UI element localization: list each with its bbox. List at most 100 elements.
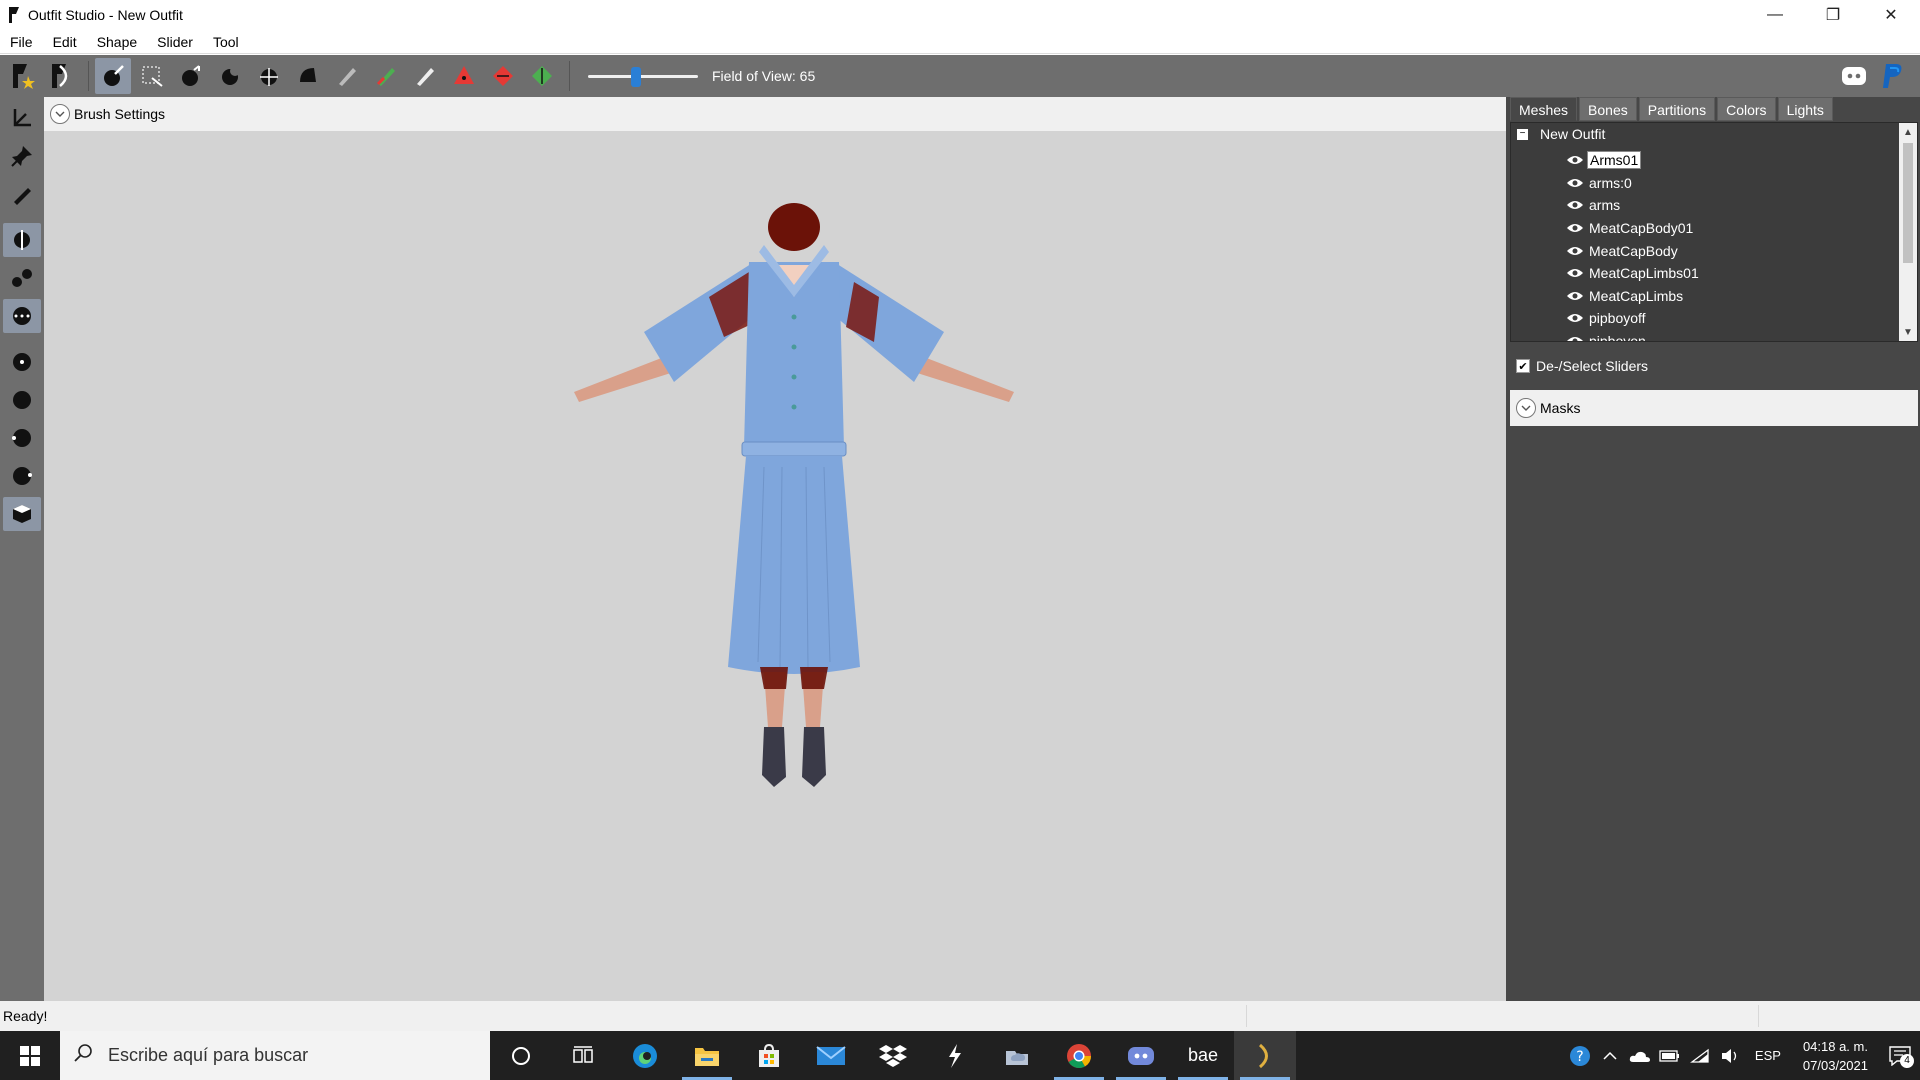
mesh-item[interactable]: pipboyon (1565, 330, 1701, 341)
deselect-sliders-row[interactable]: ✔ De-/Select Sliders (1510, 353, 1918, 379)
eye-icon[interactable] (1565, 289, 1585, 303)
eye-icon[interactable] (1565, 266, 1585, 280)
tab-partitions[interactable]: Partitions (1638, 97, 1716, 121)
microsoft-store-icon[interactable] (738, 1031, 800, 1080)
show-vertices-icon[interactable] (3, 345, 41, 379)
mesh-item[interactable]: arms (1565, 194, 1701, 217)
brush-color-icon[interactable] (407, 58, 443, 94)
tab-meshes[interactable]: Meshes (1510, 97, 1578, 121)
mesh-tree[interactable]: − New Outfit Arms01 arms:0 arms MeatCapB… (1510, 122, 1918, 342)
tab-lights[interactable]: Lights (1777, 97, 1833, 121)
masks-header[interactable]: Masks (1510, 390, 1918, 426)
tab-bones[interactable]: Bones (1579, 97, 1637, 121)
scroll-up-arrow-icon[interactable]: ▲ (1899, 123, 1917, 141)
notification-center-icon[interactable]: 4 (1880, 1045, 1920, 1068)
mesh-item[interactable]: MeatCapLimbs (1565, 285, 1701, 308)
app-lightning-icon[interactable] (924, 1031, 986, 1080)
3d-viewport[interactable]: Brush Settings (44, 97, 1506, 1001)
brush-standard-icon[interactable] (95, 58, 131, 94)
discord-taskbar-icon[interactable] (1110, 1031, 1172, 1080)
chrome-browser-icon[interactable] (1048, 1031, 1110, 1080)
eye-icon[interactable] (1565, 198, 1585, 212)
volume-speaker-icon[interactable] (1715, 1048, 1745, 1064)
new-project-star-icon[interactable] (4, 58, 40, 94)
tree-root[interactable]: − New Outfit (1517, 126, 1605, 142)
field-of-view-slider[interactable] (588, 58, 698, 94)
eye-icon[interactable] (1565, 244, 1585, 258)
brush-move-icon[interactable] (251, 58, 287, 94)
close-button[interactable]: ✕ (1862, 0, 1920, 30)
edge-browser-icon[interactable] (614, 1031, 676, 1080)
split-edge-icon[interactable] (524, 58, 560, 94)
open-project-icon[interactable] (43, 58, 79, 94)
input-language[interactable]: ESP (1755, 1048, 1781, 1063)
brush-deflate-icon[interactable] (212, 58, 248, 94)
mail-icon[interactable] (800, 1031, 862, 1080)
connected-only-icon[interactable] (3, 261, 41, 295)
minimize-button[interactable]: — (1746, 0, 1804, 30)
app-cloud-folder-icon[interactable] (986, 1031, 1048, 1080)
chevron-down-icon[interactable] (1516, 398, 1536, 418)
transform-axis-icon[interactable] (3, 101, 41, 135)
mesh-item[interactable]: MeatCapBody01 (1565, 217, 1701, 240)
help-question-icon[interactable]: ? (1565, 1044, 1595, 1068)
flip-edge-icon[interactable] (485, 58, 521, 94)
restore-button[interactable]: ❐ (1804, 0, 1862, 30)
global-brush-icon[interactable] (3, 299, 41, 333)
menu-tool[interactable]: Tool (203, 30, 249, 54)
outfit-studio-taskbar-icon[interactable] (1234, 1031, 1296, 1080)
brush-weight-icon[interactable] (368, 58, 404, 94)
brush-settings-header[interactable]: Brush Settings (44, 97, 1506, 131)
collapse-vertex-icon[interactable] (446, 58, 482, 94)
vertex-edit-pencil-icon[interactable] (3, 177, 41, 211)
collapse-minus-icon[interactable]: − (1517, 128, 1528, 140)
menu-shape[interactable]: Shape (87, 30, 147, 54)
scrollbar-thumb[interactable] (1903, 143, 1913, 263)
eye-icon[interactable] (1565, 334, 1585, 341)
mesh-item[interactable]: arms:0 (1565, 172, 1701, 195)
wifi-icon[interactable] (1685, 1048, 1715, 1064)
mesh-item[interactable]: MeatCapLimbs01 (1565, 262, 1701, 285)
mesh-tree-scrollbar[interactable]: ▲ ▼ (1899, 123, 1917, 341)
pivot-pin-icon[interactable] (3, 139, 41, 173)
file-explorer-icon[interactable] (676, 1031, 738, 1080)
mesh-item[interactable]: pipboyoff (1565, 307, 1701, 330)
onedrive-cloud-icon[interactable] (1625, 1049, 1655, 1063)
discord-icon[interactable] (1836, 58, 1872, 94)
show-mask-icon[interactable] (3, 459, 41, 493)
paypal-icon[interactable] (1875, 58, 1911, 94)
tab-colors[interactable]: Colors (1717, 97, 1776, 121)
menu-edit[interactable]: Edit (43, 30, 87, 54)
deselect-sliders-checkbox[interactable]: ✔ (1516, 359, 1530, 373)
eye-icon[interactable] (1565, 221, 1585, 235)
textures-cube-icon[interactable] (3, 497, 41, 531)
mesh-item[interactable]: MeatCapBody (1565, 239, 1701, 262)
chevron-up-icon[interactable] (1595, 1051, 1625, 1061)
select-mask-icon[interactable] (134, 58, 170, 94)
brush-mask-icon[interactable] (329, 58, 365, 94)
lighting-icon[interactable] (3, 421, 41, 455)
chevron-down-icon[interactable] (50, 104, 70, 124)
menu-slider[interactable]: Slider (147, 30, 203, 54)
fov-slider-thumb[interactable] (631, 67, 641, 87)
menu-file[interactable]: File (0, 30, 43, 54)
eye-icon[interactable] (1565, 176, 1585, 190)
taskbar-search-input[interactable]: Escribe aquí para buscar (60, 1031, 490, 1080)
scroll-down-arrow-icon[interactable]: ▼ (1899, 323, 1917, 341)
panel-tabs: Meshes Bones Partitions Colors Lights (1510, 97, 1835, 121)
windows-start-icon[interactable] (0, 1031, 60, 1080)
bae-app-icon[interactable]: bae (1172, 1031, 1234, 1080)
right-forearm (914, 357, 1014, 402)
mesh-item[interactable]: Arms01 (1565, 149, 1701, 172)
cortana-circle-icon[interactable] (490, 1031, 552, 1080)
brush-inflate-icon[interactable] (173, 58, 209, 94)
taskbar-clock[interactable]: 04:18 a. m. 07/03/2021 (1803, 1037, 1868, 1075)
dropbox-icon[interactable] (862, 1031, 924, 1080)
eye-icon[interactable] (1565, 311, 1585, 325)
wireframe-icon[interactable] (3, 383, 41, 417)
battery-icon[interactable] (1655, 1049, 1685, 1063)
eye-icon[interactable] (1565, 153, 1585, 167)
x-mirror-icon[interactable] (3, 223, 41, 257)
brush-smooth-icon[interactable] (290, 58, 326, 94)
task-view-icon[interactable] (552, 1031, 614, 1080)
